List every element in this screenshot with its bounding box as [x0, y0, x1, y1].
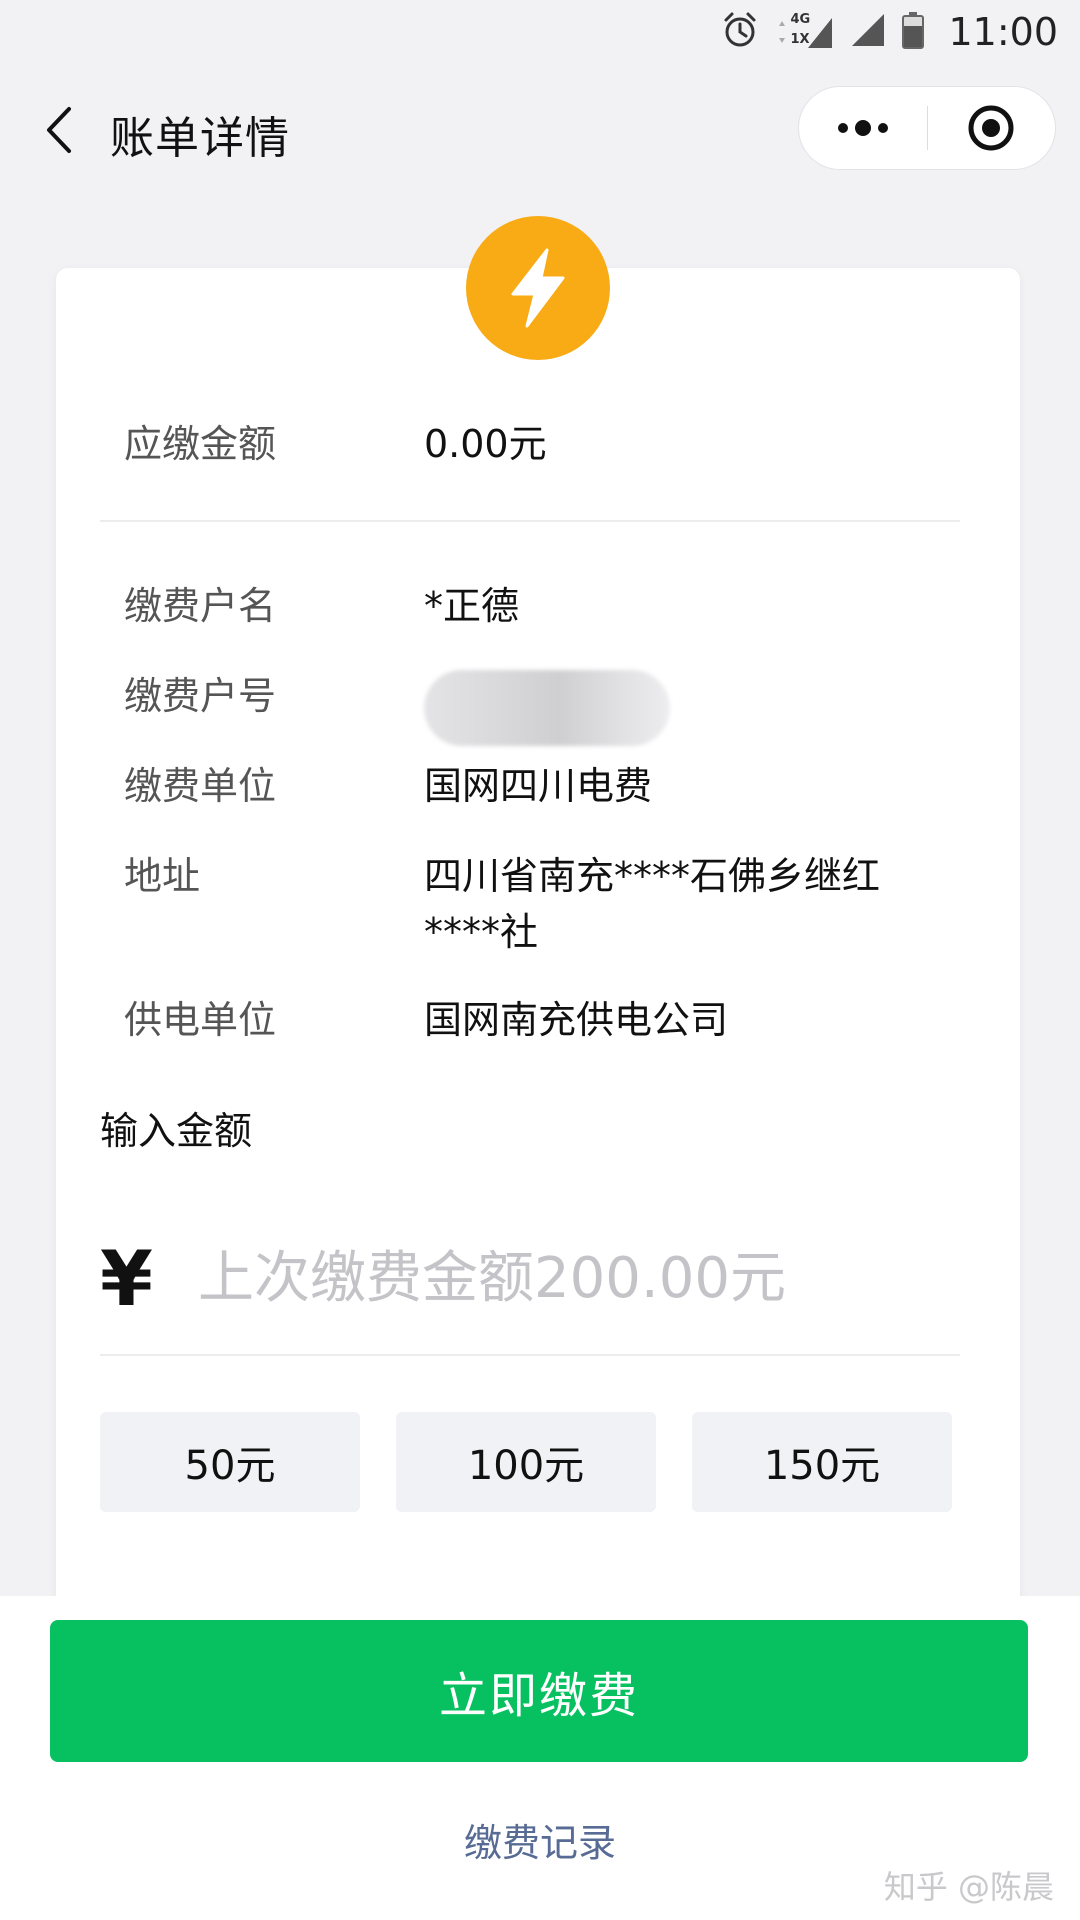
lightning-bolt-icon: [511, 248, 565, 328]
divider: [100, 1354, 960, 1356]
billing-unit-label: 缴费单位: [124, 764, 277, 808]
amount-input[interactable]: [176, 1228, 960, 1328]
info-row-address: 地址 四川省南充****石佛乡继红 ****社: [124, 848, 984, 992]
nav-bar: 账单详情: [0, 80, 1080, 180]
account-name-label: 缴费户名: [124, 584, 277, 628]
billing-unit-value: 国网四川电费: [424, 764, 653, 808]
input-amount-label: 输入金额: [100, 1109, 253, 1153]
quick-amount-100-button[interactable]: 100元: [396, 1412, 656, 1512]
account-info-list: 缴费户名 *正德 缴费户号 缴费单位 国网四川电费 地址 四川省南充****石佛…: [124, 578, 984, 1082]
more-button[interactable]: [799, 86, 927, 170]
amount-due-label: 应缴金额: [124, 421, 277, 466]
network-icon: 4G 1X: [774, 12, 834, 52]
status-bar: 4G 1X 11:00: [0, 0, 1080, 64]
power-supplier-label: 供电单位: [124, 998, 277, 1042]
power-supplier-value: 国网南充供电公司: [424, 998, 729, 1042]
quick-amount-50-button[interactable]: 50元: [100, 1412, 360, 1512]
info-row-billing-unit: 缴费单位 国网四川电费: [124, 758, 984, 848]
payment-record-link[interactable]: 缴费记录: [0, 1812, 1080, 1867]
bill-card: 应缴金额 0.00元 缴费户名 *正德 缴费户号 缴费单位 国网四川电费 地址 …: [56, 268, 1020, 1628]
amount-input-row: ¥: [100, 1228, 960, 1328]
currency-symbol: ¥: [100, 1233, 153, 1323]
divider: [100, 520, 960, 522]
more-dots-icon: [837, 120, 888, 136]
address-value: 四川省南充****石佛乡继红 ****社: [424, 854, 881, 954]
amount-due-value: 0.00元: [424, 421, 547, 466]
watermark: 知乎 @陈晨: [883, 1868, 1054, 1906]
back-arrow-icon: [47, 107, 71, 153]
account-number-label: 缴费户号: [124, 674, 277, 718]
bill-detail-page: 4G 1X 11:00 账单详情 应缴金额 0.00元 缴费户名 *正德 缴费户…: [0, 0, 1080, 1920]
back-button[interactable]: [34, 104, 82, 156]
battery-icon: [900, 10, 926, 54]
page-title: 账单详情: [110, 113, 290, 164]
signal-icon: [848, 10, 886, 54]
account-name-value: *正德: [424, 584, 520, 628]
masked-account-number: [424, 670, 670, 746]
account-number-value: [424, 668, 924, 746]
info-row-account-number: 缴费户号: [124, 668, 984, 758]
capsule-close-icon: [968, 105, 1014, 151]
pay-now-button[interactable]: 立即缴费: [50, 1620, 1028, 1762]
amount-due-row: 应缴金额 0.00元: [124, 410, 984, 470]
mini-program-capsule: [798, 86, 1056, 170]
info-row-account-name: 缴费户名 *正德: [124, 578, 984, 668]
electricity-badge: [466, 216, 610, 360]
info-row-power-supplier: 供电单位 国网南充供电公司: [124, 992, 984, 1082]
alarm-icon: [720, 10, 760, 54]
address-label: 地址: [124, 854, 201, 898]
capsule-close-button[interactable]: [928, 86, 1056, 170]
quick-amount-options: 50元 100元 150元: [100, 1412, 952, 1512]
status-time: 11:00: [948, 10, 1058, 54]
quick-amount-150-button[interactable]: 150元: [692, 1412, 952, 1512]
